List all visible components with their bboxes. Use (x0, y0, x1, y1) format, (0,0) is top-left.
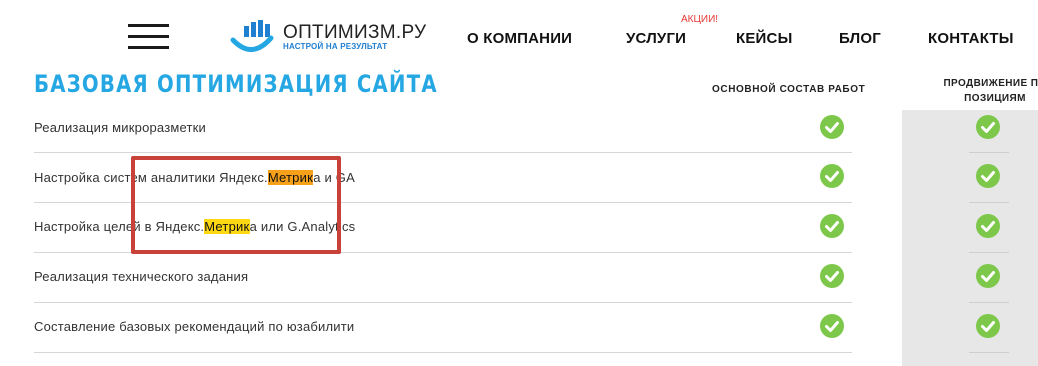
table-row: Составление базовых рекомендаций по юзаб… (34, 302, 852, 353)
logo-mark-icon (230, 20, 274, 52)
table-row: Реализация технического задания (34, 252, 852, 303)
check-circle-icon (820, 214, 844, 238)
row-divider (969, 152, 1009, 153)
row-label: Составление базовых рекомендаций по юзаб… (34, 319, 355, 334)
nav-item-about[interactable]: О КОМПАНИИ (467, 30, 572, 47)
check-circle-icon (976, 115, 1000, 139)
nav-item-cases[interactable]: КЕЙСЫ (736, 30, 792, 47)
row-divider (969, 352, 1009, 353)
nav-badge-promo: АКЦИИ! (681, 14, 719, 25)
check-circle-icon (976, 164, 1000, 188)
section-title: БАЗОВАЯ ОПТИМИЗАЦИЯ САЙТА (34, 70, 438, 98)
row-label: Реализация микроразметки (34, 120, 207, 135)
hamburger-menu-icon[interactable] (128, 24, 169, 49)
nav-item-blog[interactable]: БЛОГ (839, 30, 881, 47)
check-circle-icon (820, 264, 844, 288)
check-circle-icon (976, 214, 1000, 238)
column-header-promotion: ПРОДВИЖЕНИЕ ПО ПОЗИЦИЯМ (943, 78, 1038, 104)
column-header-basic: ОСНОВНОЙ СОСТАВ РАБОТ (712, 84, 866, 95)
site-logo[interactable]: ОПТИМИЗМ.РУ НАСТРОЙ НА РЕЗУЛЬТАТ (230, 20, 426, 56)
row-label: Реализация технического задания (34, 269, 249, 284)
check-circle-icon (820, 164, 844, 188)
nav-item-contacts[interactable]: КОНТАКТЫ (928, 30, 1014, 47)
row-divider (969, 302, 1009, 303)
row-divider (969, 202, 1009, 203)
check-circle-icon (976, 264, 1000, 288)
promotion-column-background (902, 110, 1038, 366)
nav-item-services[interactable]: УСЛУГИ (626, 30, 686, 47)
check-circle-icon (976, 314, 1000, 338)
row-divider (969, 252, 1009, 253)
check-circle-icon (820, 314, 844, 338)
logo-name: ОПТИМИЗМ.РУ (283, 22, 427, 43)
check-circle-icon (820, 115, 844, 139)
logo-tagline: НАСТРОЙ НА РЕЗУЛЬТАТ (283, 42, 388, 51)
annotation-highlight-box (131, 156, 341, 254)
table-row: Реализация микроразметки (34, 102, 852, 153)
